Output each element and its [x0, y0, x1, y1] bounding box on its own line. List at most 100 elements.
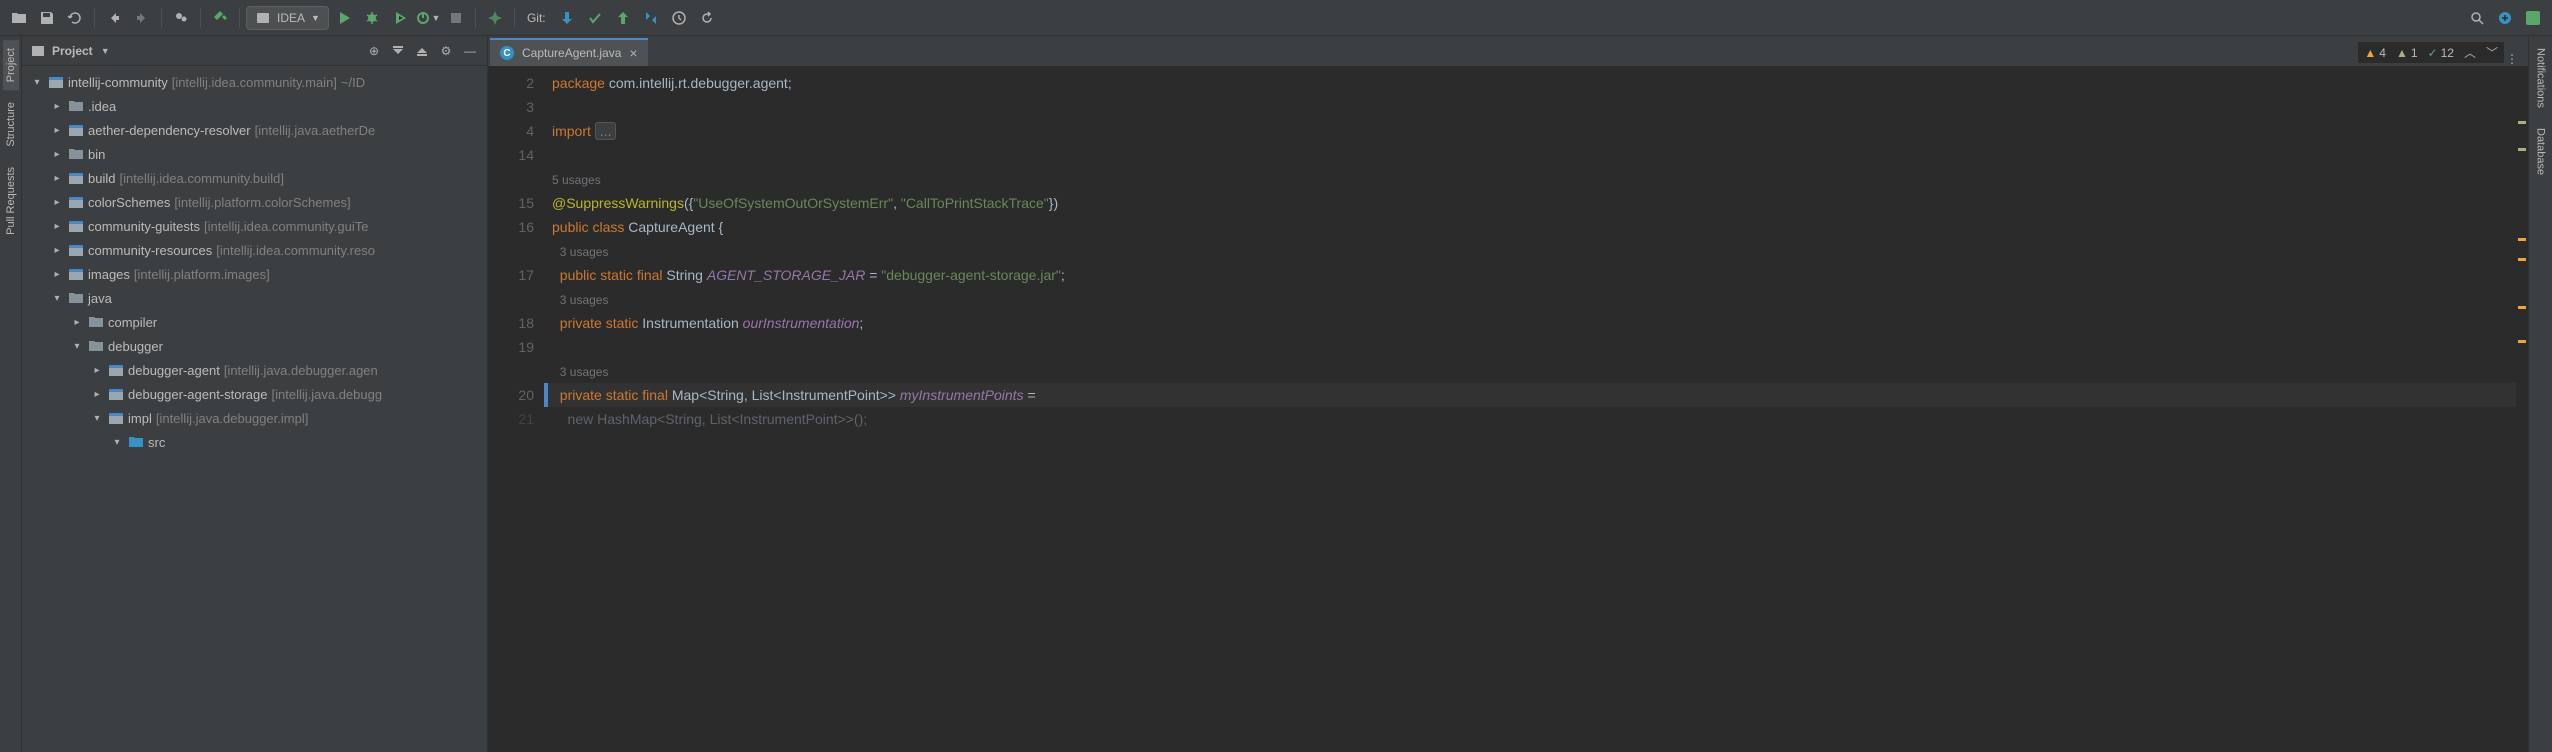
tree-item[interactable]: ▸bin — [22, 142, 487, 166]
tree-item[interactable]: ▾impl [intellij.java.debugger.impl] — [22, 406, 487, 430]
chevron-icon[interactable]: ▾ — [70, 341, 84, 352]
usages-hint[interactable]: 5 usages — [552, 173, 601, 187]
chevron-icon[interactable]: ▾ — [90, 413, 104, 424]
project-tree[interactable]: ▾intellij-community [intellij.idea.commu… — [22, 66, 487, 752]
usages-hint[interactable]: 3 usages — [560, 365, 609, 379]
tree-item[interactable]: ▸build [intellij.idea.community.build] — [22, 166, 487, 190]
open-icon[interactable] — [6, 5, 32, 31]
tree-module-label: [intellij.idea.community.guiTe — [204, 219, 369, 234]
editor-tab-bar: C CaptureAgent.java × ⋮ — [488, 36, 2528, 66]
chevron-down-icon[interactable]: ▼ — [101, 46, 110, 56]
error-stripe[interactable] — [2516, 66, 2528, 752]
collapse-all-icon[interactable] — [413, 42, 431, 60]
separator — [514, 8, 515, 28]
git-compare-icon[interactable] — [638, 5, 664, 31]
locate-icon[interactable]: ⊕ — [365, 42, 383, 60]
chevron-icon[interactable]: ▸ — [50, 149, 64, 160]
profile-icon[interactable]: ▼ — [415, 5, 441, 31]
structure-tool-tab[interactable]: Structure — [3, 94, 19, 155]
tree-item[interactable]: ▸aether-dependency-resolver [intellij.ja… — [22, 118, 487, 142]
tree-item[interactable]: ▸community-resources [intellij.idea.comm… — [22, 238, 487, 262]
search-icon[interactable] — [2464, 5, 2490, 31]
tree-item[interactable]: ▾java — [22, 286, 487, 310]
tree-item[interactable]: ▾intellij-community [intellij.idea.commu… — [22, 70, 487, 94]
folder-icon — [68, 290, 84, 306]
debug-icon[interactable] — [359, 5, 385, 31]
weak-warnings-indicator[interactable]: ▲1 — [2396, 46, 2418, 60]
module-icon — [108, 386, 124, 402]
tree-module-label: [intellij.idea.community.reso — [216, 243, 375, 258]
tree-item[interactable]: ▸community-guitests [intellij.idea.commu… — [22, 214, 487, 238]
tree-item[interactable]: ▸images [intellij.platform.images] — [22, 262, 487, 286]
fold-region[interactable]: ... — [595, 122, 617, 140]
chevron-icon[interactable]: ▸ — [50, 197, 64, 208]
code-with-me-icon[interactable] — [168, 5, 194, 31]
editor-tab[interactable]: C CaptureAgent.java × — [490, 38, 648, 66]
tree-item[interactable]: ▾src — [22, 430, 487, 454]
inspection-widget[interactable]: ▲4 ▲1 ✓12 ︿ ﹀ — [2358, 42, 2504, 63]
warnings-indicator[interactable]: ▲4 — [2364, 46, 2386, 60]
chevron-icon[interactable]: ▾ — [110, 437, 124, 448]
separator — [94, 8, 95, 28]
tree-item[interactable]: ▸debugger-agent [intellij.java.debugger.… — [22, 358, 487, 382]
chevron-icon[interactable]: ▸ — [90, 365, 104, 376]
chevron-icon[interactable]: ▸ — [50, 269, 64, 280]
chevron-icon[interactable]: ▸ — [50, 125, 64, 136]
prev-highlight-icon[interactable]: ︿ — [2464, 44, 2476, 61]
git-push-icon[interactable] — [610, 5, 636, 31]
build-icon[interactable] — [207, 5, 233, 31]
gear-icon[interactable]: ⚙ — [437, 42, 455, 60]
project-icon — [30, 43, 46, 59]
tree-item[interactable]: ▸debugger-agent-storage [intellij.java.d… — [22, 382, 487, 406]
tree-module-label: [intellij.idea.community.build] — [119, 171, 284, 186]
usages-hint[interactable]: 3 usages — [560, 293, 609, 307]
notifications-tool-tab[interactable]: Notifications — [2533, 40, 2549, 116]
settings-sync-icon[interactable] — [2492, 5, 2518, 31]
project-panel-header: Project ▼ ⊕ ⚙ — — [22, 36, 487, 66]
typos-indicator[interactable]: ✓12 — [2428, 46, 2454, 60]
code-editor[interactable]: 2 3 4 14 15 16 17 18 19 20 21 package co… — [488, 66, 2528, 752]
tab-menu-icon[interactable]: ⋮ — [2506, 52, 2528, 66]
expand-all-icon[interactable] — [389, 42, 407, 60]
forward-icon[interactable] — [129, 5, 155, 31]
chevron-icon[interactable]: ▸ — [50, 173, 64, 184]
module-icon — [68, 218, 84, 234]
pull-requests-tool-tab[interactable]: Pull Requests — [3, 159, 19, 243]
git-rollback-icon[interactable] — [694, 5, 720, 31]
tree-item[interactable]: ▸colorSchemes [intellij.platform.colorSc… — [22, 190, 487, 214]
git-update-icon[interactable] — [554, 5, 580, 31]
chevron-icon[interactable]: ▸ — [70, 317, 84, 328]
stop-icon[interactable] — [443, 5, 469, 31]
run-config-dropdown[interactable]: IDEA ▼ — [246, 6, 329, 30]
chevron-icon[interactable]: ▸ — [50, 101, 64, 112]
chevron-icon[interactable]: ▾ — [30, 77, 44, 88]
save-icon[interactable] — [34, 5, 60, 31]
chevron-icon[interactable]: ▸ — [50, 221, 64, 232]
code-content[interactable]: package com.intellij.rt.debugger.agent; … — [548, 66, 2516, 752]
folder-icon — [68, 146, 84, 162]
run-icon[interactable] — [331, 5, 357, 31]
database-tool-tab[interactable]: Database — [2533, 120, 2549, 183]
ide-icon[interactable] — [2520, 5, 2546, 31]
back-icon[interactable] — [101, 5, 127, 31]
module-icon — [108, 410, 124, 426]
ai-icon[interactable] — [482, 5, 508, 31]
next-highlight-icon[interactable]: ﹀ — [2486, 44, 2498, 61]
usages-hint[interactable]: 3 usages — [560, 245, 609, 259]
chevron-icon[interactable]: ▸ — [50, 245, 64, 256]
tree-label: debugger-agent — [128, 363, 220, 378]
gutter[interactable]: 2 3 4 14 15 16 17 18 19 20 21 — [488, 66, 548, 752]
tree-item[interactable]: ▸.idea — [22, 94, 487, 118]
project-tool-tab[interactable]: Project — [3, 40, 19, 90]
close-icon[interactable]: × — [629, 45, 637, 61]
module-icon — [68, 122, 84, 138]
reload-icon[interactable] — [62, 5, 88, 31]
coverage-icon[interactable] — [387, 5, 413, 31]
chevron-icon[interactable]: ▾ — [50, 293, 64, 304]
git-history-icon[interactable] — [666, 5, 692, 31]
git-commit-icon[interactable] — [582, 5, 608, 31]
chevron-icon[interactable]: ▸ — [90, 389, 104, 400]
tree-item[interactable]: ▾debugger — [22, 334, 487, 358]
hide-icon[interactable]: — — [461, 42, 479, 60]
tree-item[interactable]: ▸compiler — [22, 310, 487, 334]
